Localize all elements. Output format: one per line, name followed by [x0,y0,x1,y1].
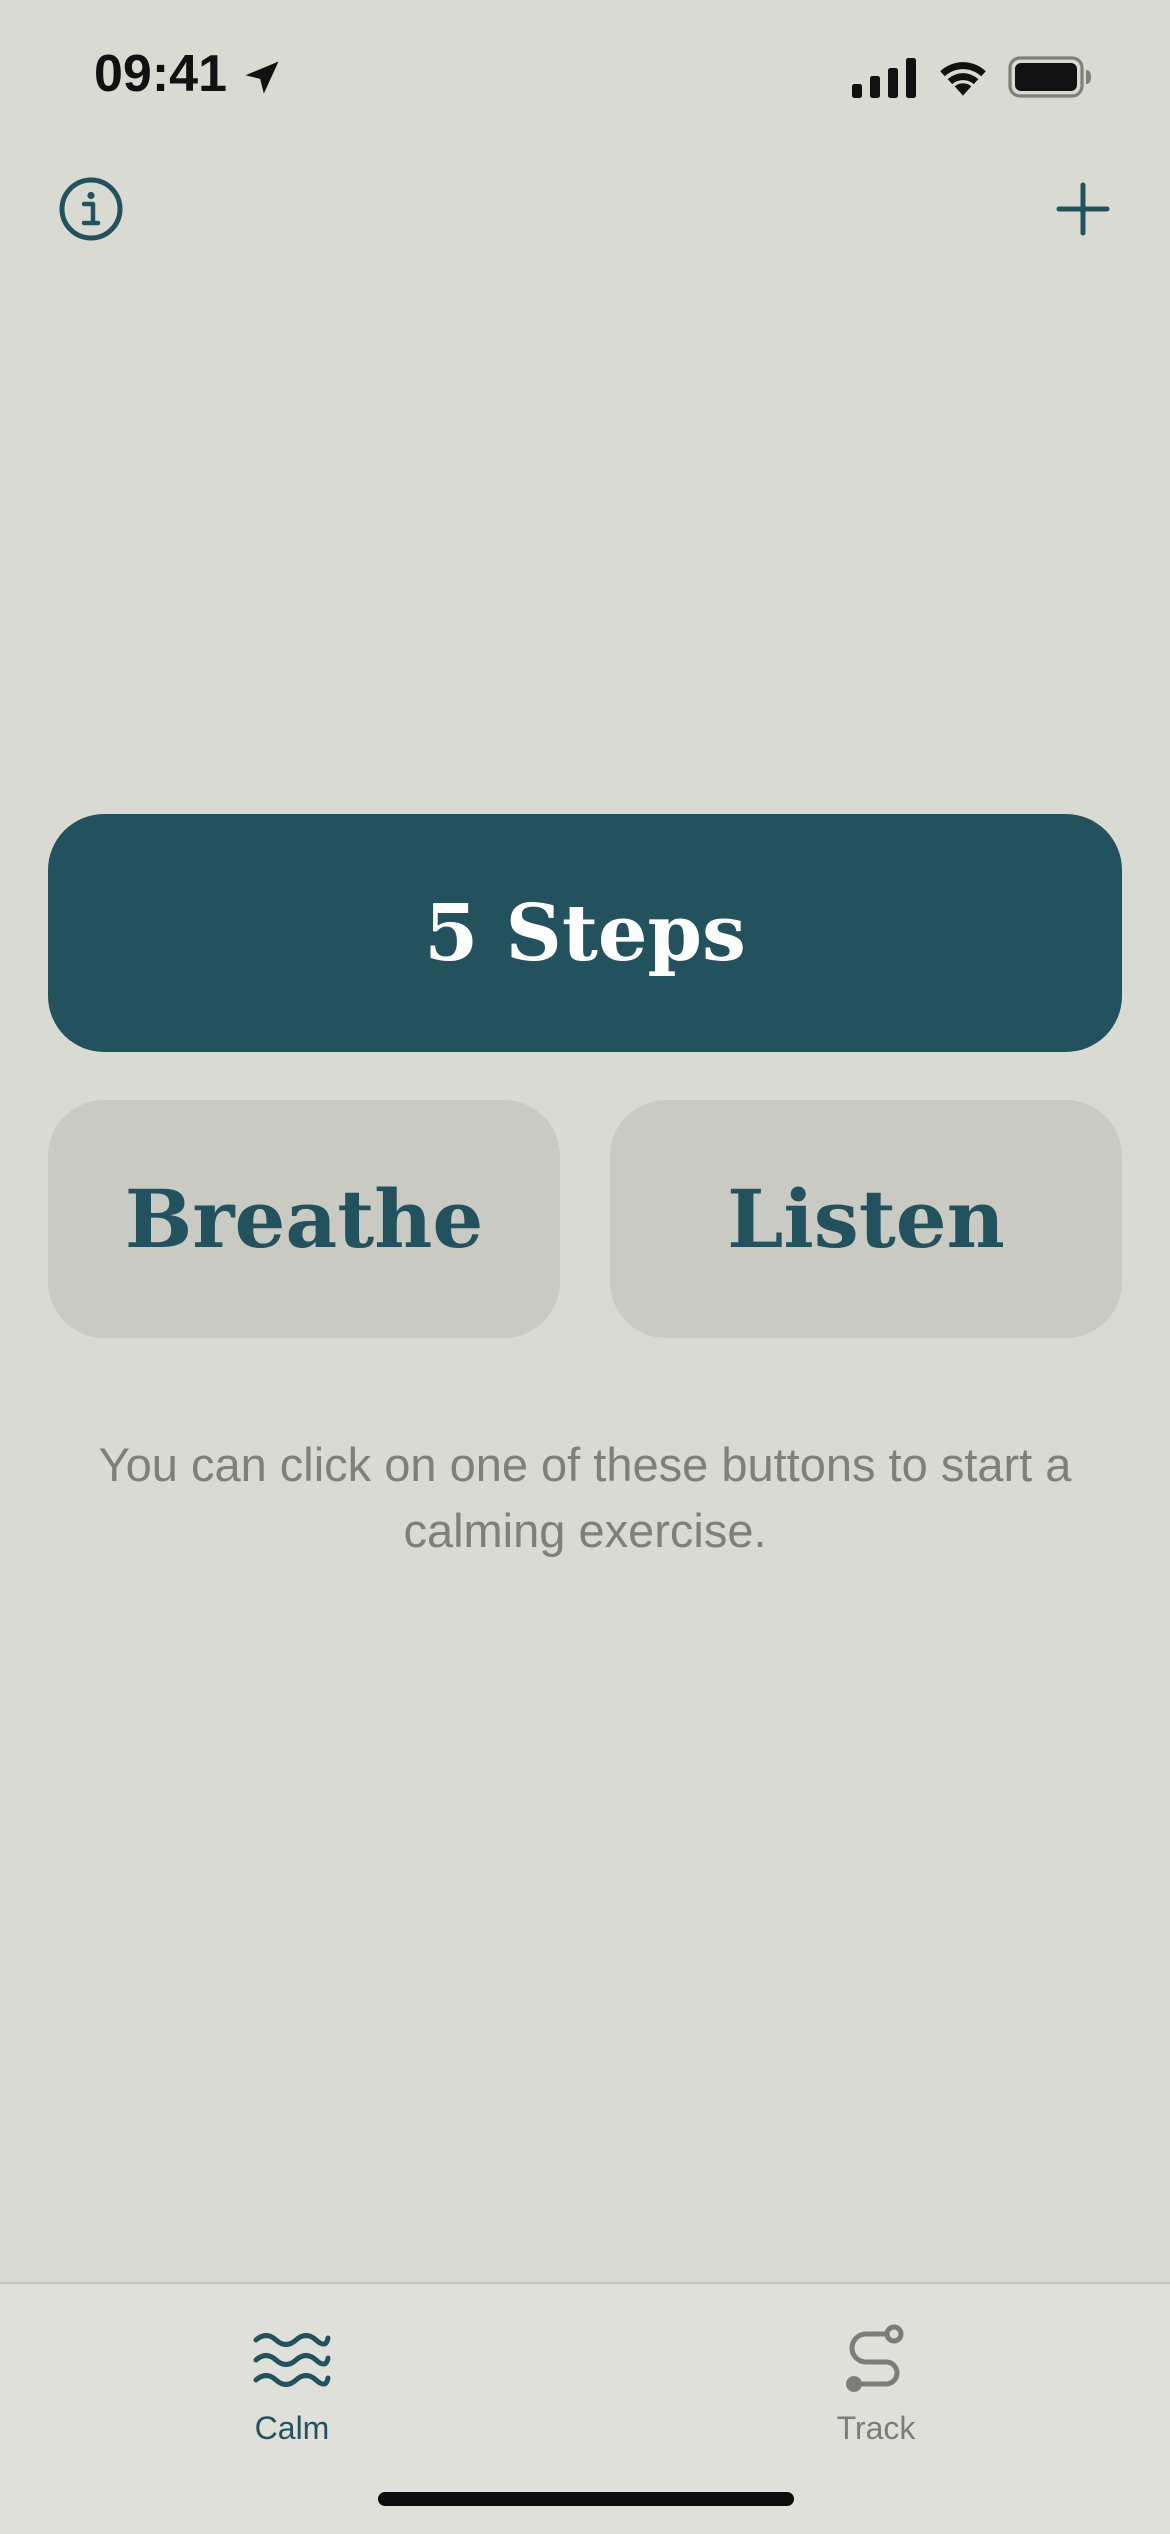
plus-icon [1056,182,1110,236]
five-steps-button[interactable]: 5 Steps [48,814,1122,1052]
location-arrow-icon [245,61,279,94]
tab-track[interactable]: Track [766,2304,986,2454]
add-button[interactable] [1038,164,1128,254]
tab-track-label: Track [836,2410,916,2446]
status-bar: 09:41 [0,0,1170,150]
tab-calm[interactable]: Calm [182,2304,402,2454]
wifi-icon [940,62,986,96]
waves-icon [253,2333,331,2387]
battery-icon [1008,56,1091,98]
cellular-signal-icon [852,58,916,98]
home-indicator [378,2492,794,2506]
route-icon [846,2324,904,2392]
info-button[interactable] [46,164,136,254]
info-icon [59,177,123,241]
status-time: 09:41 [94,45,227,103]
tab-calm-label: Calm [254,2410,330,2446]
breathe-button[interactable]: Breathe [48,1100,560,1338]
hint-text: You can click on one of these buttons to… [98,1438,1072,1557]
listen-button[interactable]: Listen [610,1100,1122,1338]
